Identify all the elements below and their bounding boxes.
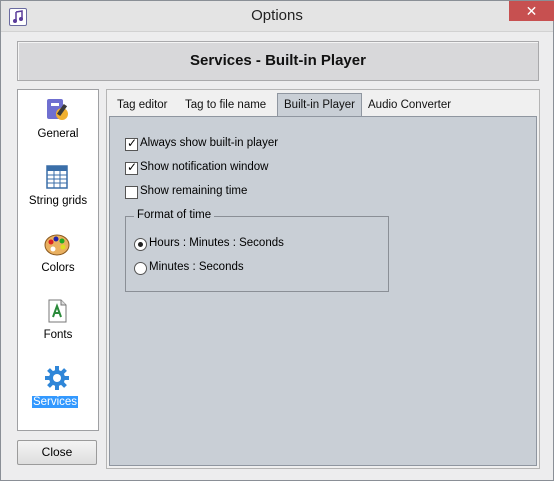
checkbox-box[interactable] [125,186,138,199]
sidebar-item-services[interactable]: Services [18,364,98,424]
grid-icon [46,165,68,189]
page-header: Services - Built-in Player [17,41,539,81]
radio-dot-icon [138,242,143,247]
sidebar-item-fonts[interactable]: Fonts [18,297,98,357]
radio-label: Minutes : Seconds [149,261,244,273]
checkbox-label: Show notification window [140,161,269,173]
settings-panel: Tag editor Tag to file name Built-in Pla… [106,89,540,469]
checkbox-box[interactable]: ✓ [125,160,138,175]
check-mark-icon: ✓ [127,136,138,150]
radio-label: Hours : Minutes : Seconds [149,237,284,249]
group-title: Format of time [134,209,215,221]
sidebar-item-label: String grids [28,195,88,207]
checkbox-box[interactable]: ✓ [125,136,138,151]
tab-tag-editor[interactable]: Tag editor [111,96,174,115]
window-title: Options [251,7,303,24]
sidebar-item-string-grids[interactable]: String grids [18,163,98,223]
tab-content: ✓ Always show built-in player ✓ Show not… [109,116,537,466]
general-icon [47,99,68,120]
tab-bar: Tag editor Tag to file name Built-in Pla… [109,93,537,117]
checkbox-label: Show remaining time [140,185,248,197]
options-window: Options ✕ Services - Built-in Player Gen… [0,0,554,481]
sidebar-item-label: General [37,128,79,140]
close-button[interactable]: Close [17,440,97,465]
title-bar: Options ✕ [1,1,554,32]
sidebar-item-general[interactable]: General [18,96,98,156]
window-close-button[interactable]: ✕ [509,1,554,21]
tab-tag-to-file-name[interactable]: Tag to file name [179,96,272,115]
time-format-group: Format of time Hours : Minutes : Seconds… [125,209,389,292]
palette-icon [44,234,70,256]
checkbox-label: Always show built-in player [140,137,279,149]
sidebar-item-label: Fonts [43,329,73,341]
radio-button[interactable] [134,262,147,275]
sidebar-item-colors[interactable]: Colors [18,230,98,290]
category-sidebar: General String grids Colors Fonts Servic… [17,89,99,431]
radio-button[interactable] [134,238,147,251]
page-title: Services - Built-in Player [190,52,366,69]
sidebar-item-label: Colors [41,262,75,274]
font-icon [48,299,67,323]
tab-built-in-player[interactable]: Built-in Player [277,93,362,117]
sidebar-item-label: Services [32,396,78,408]
gear-icon [45,366,69,390]
tab-audio-converter[interactable]: Audio Converter [362,96,457,115]
check-mark-icon: ✓ [127,160,138,174]
